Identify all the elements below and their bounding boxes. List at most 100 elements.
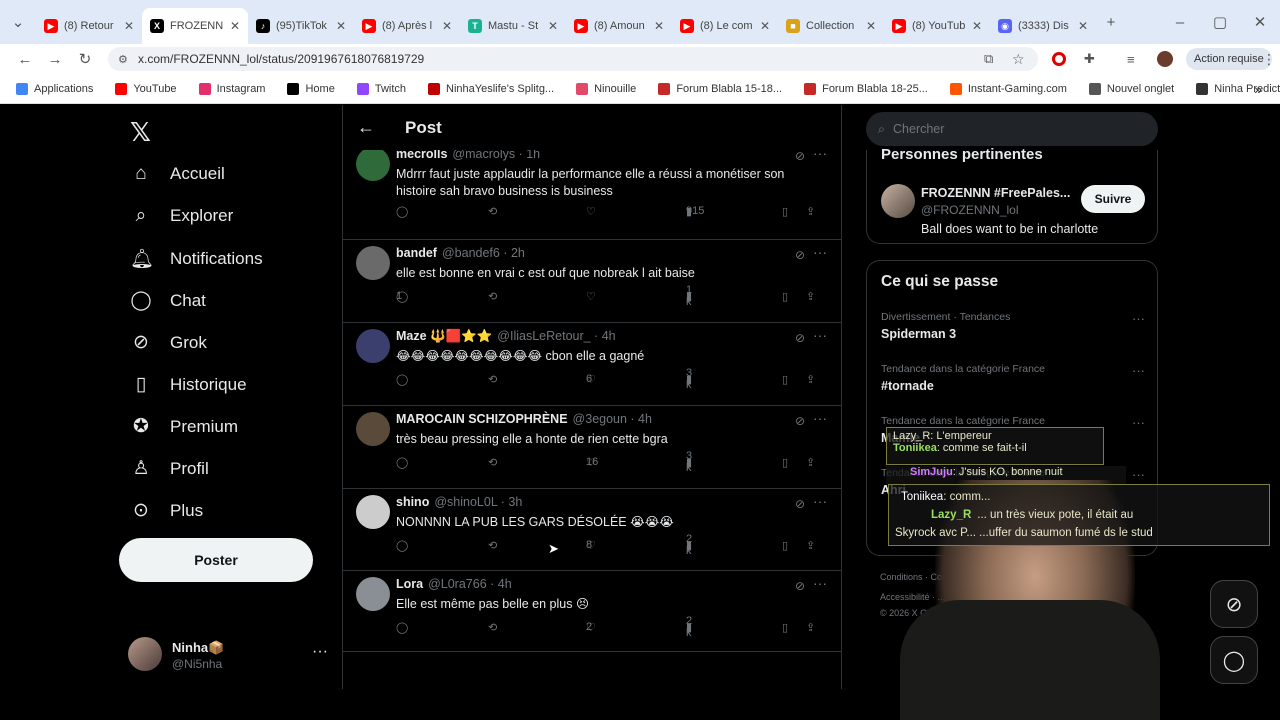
bookmark-item[interactable]: Applications <box>16 82 93 95</box>
grok-explain-icon[interactable]: ⊘ <box>795 331 805 345</box>
forward-icon[interactable]: → <box>40 51 70 68</box>
messages-fab[interactable]: ◯ <box>1210 636 1258 684</box>
grok-explain-icon[interactable]: ⊘ <box>795 248 805 262</box>
nav-item-notifications[interactable]: 🔔︎ Notifications <box>130 247 263 271</box>
trend-item[interactable]: Divertissement · Tendances Spiderman 3 ··· <box>881 311 1145 341</box>
avatar[interactable] <box>356 246 390 280</box>
avatar[interactable] <box>881 184 915 218</box>
more-options-icon[interactable]: ··· <box>813 493 827 509</box>
bookmark-item[interactable]: Instant-Gaming.com <box>949 82 1067 95</box>
reply-item[interactable]: shino @shinoL0L · 3h NONNNN LA PUB LES GAR… <box>343 489 841 571</box>
follow-button[interactable]: Suivre <box>1081 185 1145 213</box>
action-required-button[interactable]: Action requise <box>1186 48 1272 70</box>
maximize-icon[interactable]: ▢ <box>1200 13 1240 31</box>
bookmark-item[interactable]: Forum Blabla 15-18... <box>658 82 782 95</box>
url-field[interactable]: ⚙ x.com/FROZENNN_lol/status/209196761807… <box>108 47 1038 71</box>
profile-avatar[interactable] <box>1157 51 1173 67</box>
more-dots-icon[interactable]: ··· <box>312 643 328 661</box>
grok-explain-icon[interactable]: ⊘ <box>795 579 805 593</box>
nav-item-plus[interactable]: ⊙ Plus <box>130 499 203 522</box>
relevant-name[interactable]: FROZENNN #FreePales... <box>921 186 1070 200</box>
new-tab-icon[interactable]: + <box>1096 14 1126 31</box>
reply-item[interactable]: bandef @bandef6 · 2h elle est bonne en vra… <box>343 240 841 323</box>
reply-author-name[interactable]: MAROCAIN SCHIZOPHRÈNE <box>396 412 568 426</box>
nav-item-profil[interactable]: ♙ Profil <box>130 457 208 480</box>
tab-close-icon[interactable]: ✕ <box>230 19 240 33</box>
browser-tab[interactable]: T Mastu - St ✕ <box>460 8 566 44</box>
reply-item[interactable]: MAROCAIN SCHIZOPHRÈNE @3egoun · 4h très be… <box>343 406 841 489</box>
trend-item[interactable]: Tendance dans la catégorie France #tornad… <box>881 363 1145 393</box>
bookmark-item[interactable]: YouTube <box>115 82 177 95</box>
tab-close-icon[interactable]: ✕ <box>336 19 346 33</box>
grok-explain-icon[interactable]: ⊘ <box>795 497 805 511</box>
account-switcher[interactable]: Ninha📦 @Ni5nha ··· <box>128 637 328 673</box>
tab-close-icon[interactable]: ✕ <box>1078 19 1088 33</box>
trend-more-icon[interactable]: ··· <box>1132 363 1145 378</box>
avatar[interactable] <box>356 577 390 611</box>
bookmark-item[interactable]: Forum Blabla 18-25... <box>804 82 928 95</box>
avatar[interactable] <box>356 329 390 363</box>
tab-close-icon[interactable]: ✕ <box>124 19 134 33</box>
trend-more-icon[interactable]: ··· <box>1132 415 1145 430</box>
grok-explain-icon[interactable]: ⊘ <box>795 149 805 163</box>
site-info-icon[interactable]: ⚙ <box>118 53 128 66</box>
browser-tab[interactable]: ▶ (8) Amoun ✕ <box>566 8 672 44</box>
bookmark-item[interactable]: Twitch <box>356 82 406 95</box>
reply-author-name[interactable]: bandef <box>396 246 437 260</box>
avatar[interactable] <box>356 495 390 529</box>
more-options-icon[interactable]: ··· <box>813 244 827 260</box>
reply-item[interactable]: Lora @L0ra766 · 4h Elle est même pas belle… <box>343 571 841 652</box>
browser-tab[interactable]: ▶ (8) Le com ✕ <box>672 8 778 44</box>
post-button[interactable]: Poster <box>119 538 313 582</box>
nav-item-chat[interactable]: ◯ Chat <box>130 289 206 312</box>
browser-tab[interactable]: ■ Collection ✕ <box>778 8 884 44</box>
search-input[interactable]: ⌕ Chercher <box>866 112 1158 146</box>
media-icon[interactable]: ≡ <box>1127 52 1135 67</box>
tab-close-icon[interactable]: ✕ <box>654 19 664 33</box>
nav-item-grok[interactable]: ⊘ Grok <box>130 331 207 354</box>
reply-item[interactable]: Maze 🔱🟥⭐⭐ @IliasLeRetour_ · 4h 😂😂😂😂😂😂😂😂😂😂 … <box>343 323 841 406</box>
star-icon[interactable]: ☆ <box>1012 51 1025 68</box>
reply-author-name[interactable]: shino <box>396 495 429 509</box>
tab-close-icon[interactable]: ✕ <box>760 19 770 33</box>
minimize-icon[interactable]: – <box>1160 14 1200 31</box>
browser-tab[interactable]: ◉ (3333) Dis ✕ <box>990 8 1096 44</box>
close-window-icon[interactable]: ✕ <box>1240 13 1280 31</box>
install-icon[interactable]: ⧉ <box>984 51 993 67</box>
browser-tab[interactable]: X FROZENNN ✕ <box>142 8 248 44</box>
grok-explain-icon[interactable]: ⊘ <box>795 414 805 428</box>
bookmark-item[interactable]: Nouvel onglet <box>1088 82 1174 95</box>
avatar[interactable] <box>356 412 390 446</box>
trend-more-icon[interactable]: ··· <box>1132 311 1145 326</box>
bookmark-item[interactable]: NinhaYeslife's Splitg... <box>428 82 554 95</box>
browser-tab[interactable]: ▶ (8) Après l ✕ <box>354 8 460 44</box>
reload-icon[interactable]: ↻ <box>70 50 100 68</box>
browser-tab[interactable]: ▶ (8) YouTub ✕ <box>884 8 990 44</box>
reply-author-name[interactable]: Maze 🔱🟥⭐⭐ <box>396 329 492 343</box>
avatar[interactable] <box>356 147 390 181</box>
x-logo-icon[interactable]: 𝕏 <box>130 117 151 148</box>
more-options-icon[interactable]: ··· <box>813 327 827 343</box>
reply-author-name[interactable]: Lora <box>396 577 423 591</box>
bookmark-item[interactable]: Instagram <box>198 82 265 95</box>
browser-tab[interactable]: ♪ (95)TikTok ✕ <box>248 8 354 44</box>
nav-item-explorer[interactable]: ⌕ Explorer <box>130 205 234 227</box>
tab-close-icon[interactable]: ✕ <box>442 19 452 33</box>
more-options-icon[interactable]: ··· <box>813 410 827 426</box>
browser-tab[interactable]: ▶ (8) Retour ✕ <box>36 8 142 44</box>
reply-item[interactable]: mecrolls @macrolys · 1h Mdrrr faut juste a… <box>343 141 841 240</box>
more-options-icon[interactable]: ··· <box>813 575 827 591</box>
tab-close-icon[interactable]: ✕ <box>548 19 558 33</box>
extensions-icon[interactable]: ✚ <box>1084 51 1095 67</box>
opera-extension-icon[interactable] <box>1052 52 1066 66</box>
back-arrow-icon[interactable]: ← <box>357 117 375 138</box>
nav-item-accueil[interactable]: ⌂ Accueil <box>130 163 225 185</box>
bookmark-item[interactable]: Ninha Predictions <box>1196 82 1280 95</box>
bookmarks-overflow-icon[interactable]: » <box>1254 81 1262 97</box>
grok-fab[interactable]: ⊘ <box>1210 580 1258 628</box>
tab-close-icon[interactable]: ✕ <box>972 19 982 33</box>
menu-kebab-icon[interactable]: ⋮ <box>1262 51 1276 68</box>
nav-item-historique[interactable]: ▯ Historique <box>130 373 247 396</box>
nav-item-premium[interactable]: ✪ Premium <box>130 415 238 438</box>
bookmark-item[interactable]: Home <box>287 82 335 95</box>
